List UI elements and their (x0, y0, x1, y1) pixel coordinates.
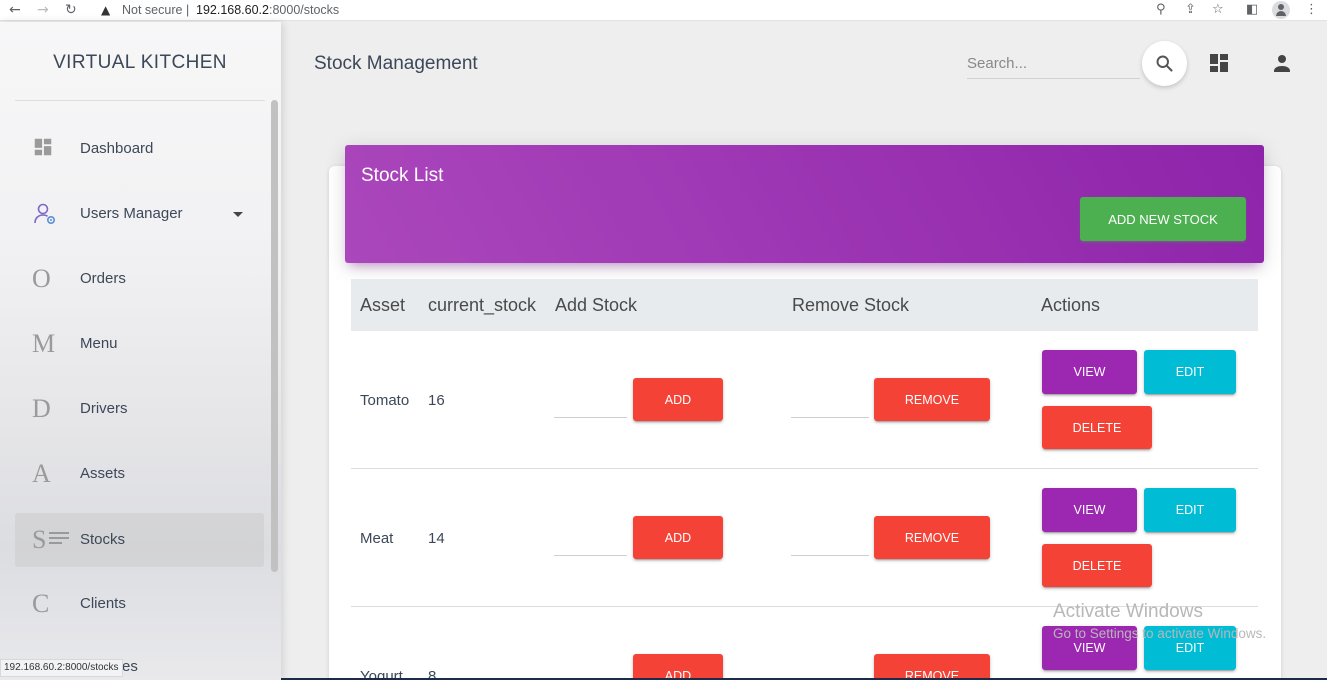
column-header-add-stock: Add Stock (555, 295, 638, 315)
activate-windows-watermark: Activate Windows Go to Settings to activ… (1053, 601, 1266, 643)
remove-quantity-input[interactable] (791, 390, 869, 418)
remove-button[interactable]: REMOVE (874, 654, 990, 680)
add-new-stock-button[interactable]: ADD NEW STOCK (1080, 197, 1246, 241)
reload-icon[interactable]: ↻ (65, 1, 77, 19)
sidebar-item-label: Orders (80, 270, 126, 287)
edit-button[interactable]: EDIT (1144, 350, 1236, 394)
asset-cell: Meat (360, 530, 394, 547)
add-button[interactable]: ADD (633, 654, 723, 680)
clients-letter-icon: C (32, 589, 50, 618)
sidebar-item-label: Assets (80, 465, 126, 482)
sidebar-item-label: Drivers (80, 400, 128, 417)
watermark-subtitle: Go to Settings to activate Windows. (1053, 626, 1267, 641)
sidebar-item-users-manager[interactable]: Users Manager (15, 187, 264, 241)
column-header-remove-stock: Remove Stock (792, 295, 910, 315)
side-panel-icon[interactable]: ◧ (1246, 2, 1258, 18)
menu-letter-icon: M (32, 329, 56, 358)
status-url-tooltip: 192.168.60.2:8000/stocks (0, 659, 123, 677)
stock-cell: 14 (428, 530, 445, 547)
table-row: Meat 14 ADD REMOVE VIEW EDIT DELETE (351, 469, 1258, 607)
sidebar-item-label: Clients (80, 595, 126, 612)
sidebar-item-assets[interactable]: A Assets (15, 447, 264, 501)
brand-divider (15, 100, 265, 101)
brand-logo-text[interactable]: VIRTUAL KITCHEN (0, 52, 280, 74)
edit-button[interactable]: EDIT (1144, 488, 1236, 532)
table-header: Asset current_stock Add Stock Remove Sto… (351, 279, 1258, 331)
page-title: Stock Management (314, 53, 478, 74)
sidebar-item-stocks[interactable]: S Stocks (15, 513, 264, 567)
remove-button[interactable]: REMOVE (874, 516, 990, 559)
sidebar-item-partial-label: es (122, 658, 138, 675)
user-profile-button[interactable] (1270, 51, 1294, 75)
chevron-down-icon[interactable] (233, 212, 243, 217)
search-icon (1156, 55, 1173, 72)
url-host: 192.168.60.2 (196, 3, 269, 17)
column-header-actions: Actions (1041, 295, 1101, 315)
sidebar-item-orders[interactable]: O Orders (15, 252, 264, 306)
search-input[interactable] (967, 49, 1140, 79)
dashboard-icon (1210, 54, 1228, 72)
warning-icon[interactable]: ▲ (101, 1, 110, 19)
zoom-icon[interactable]: ⚲ (1156, 2, 1166, 18)
url-path: :8000/stocks (269, 3, 340, 17)
browser-toolbar: ← → ↻ ▲ Not secure | 192.168.60.2:8000/s… (0, 0, 1327, 21)
watermark-title: Activate Windows (1053, 601, 1203, 622)
add-button[interactable]: ADD (633, 378, 723, 421)
sidebar-item-menu[interactable]: M Menu (15, 317, 264, 371)
add-quantity-input[interactable] (554, 390, 627, 418)
sidebar-item-label: Stocks (80, 531, 126, 548)
sidebar-item-label: Users Manager (80, 205, 183, 222)
security-label[interactable]: Not secure (122, 2, 182, 18)
sidebar-item-clients[interactable]: C Clients (15, 577, 264, 631)
list-lines-icon (49, 531, 71, 545)
person-icon (1274, 55, 1290, 72)
dashboard-icon (32, 136, 58, 162)
orders-letter-icon: O (32, 264, 51, 293)
profile-avatar-icon[interactable] (1272, 1, 1290, 19)
users-manager-icon (32, 201, 58, 227)
url-separator: | (186, 3, 190, 17)
back-icon[interactable]: ← (9, 1, 21, 19)
assets-letter-icon: A (32, 459, 51, 488)
stock-cell: 16 (428, 392, 445, 409)
delete-button[interactable]: DELETE (1042, 406, 1152, 449)
share-icon[interactable]: ⇪ (1185, 2, 1196, 18)
browser-menu-icon[interactable]: ⋮ (1305, 2, 1318, 18)
drivers-letter-icon: D (32, 394, 51, 423)
view-button[interactable]: VIEW (1042, 488, 1137, 532)
card-title: Stock List (361, 165, 444, 186)
sidebar-item-label: Menu (80, 335, 118, 352)
search-button[interactable] (1142, 41, 1187, 86)
sidebar-item-dashboard[interactable]: Dashboard (15, 122, 264, 176)
card-header: Stock List ADD NEW STOCK (345, 145, 1264, 263)
add-button[interactable]: ADD (633, 516, 723, 559)
view-button[interactable]: VIEW (1042, 350, 1137, 394)
sidebar-item-label: Dashboard (80, 140, 154, 157)
table-row: Tomato 16 ADD REMOVE VIEW EDIT DELETE (351, 331, 1258, 469)
remove-button[interactable]: REMOVE (874, 378, 990, 421)
address-bar[interactable]: 192.168.60.2:8000/stocks (196, 2, 339, 18)
sidebar: VIRTUAL KITCHEN Dashboard Users Manager … (0, 22, 281, 680)
column-header-current-stock: current_stock (428, 295, 537, 315)
bookmark-star-icon[interactable]: ☆ (1212, 2, 1224, 18)
remove-quantity-input[interactable] (791, 528, 869, 556)
sidebar-scrollbar[interactable] (271, 100, 278, 572)
sidebar-item-drivers[interactable]: D Drivers (15, 382, 264, 436)
column-header-asset: Asset (360, 295, 406, 315)
dashboard-button[interactable] (1207, 51, 1231, 75)
add-quantity-input[interactable] (554, 528, 627, 556)
forward-icon[interactable]: → (37, 1, 49, 19)
delete-button[interactable]: DELETE (1042, 544, 1152, 587)
asset-cell: Tomato (360, 392, 410, 409)
